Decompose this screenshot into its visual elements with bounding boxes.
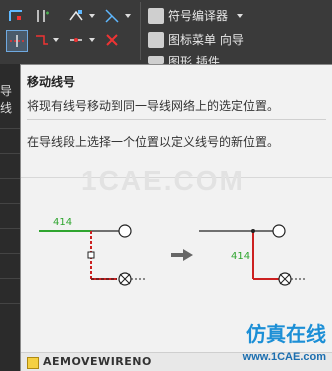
delete-wire-tool-icon[interactable] xyxy=(104,32,120,48)
wire-type-tool-icon[interactable] xyxy=(68,8,84,24)
tooltip-detail: 在导线段上选择一个位置以定义线号的新位置。 xyxy=(27,135,280,149)
wire-label-after: 414 xyxy=(231,251,250,262)
insert-wire-tool-icon[interactable] xyxy=(8,8,24,24)
watermark: 1CAE.COM xyxy=(81,165,245,196)
chevron-down-icon[interactable] xyxy=(52,36,60,44)
wire-gap-tool-icon[interactable] xyxy=(68,32,84,48)
chevron-down-icon[interactable] xyxy=(88,12,96,20)
chevron-down-icon[interactable] xyxy=(236,12,244,20)
symbol-builder-button[interactable]: 符号编译器 xyxy=(168,9,228,23)
icon-menu-wizard-button[interactable]: 图标菜单 向导 xyxy=(168,33,244,47)
ribbon-toolbar: 符号编译器 图标菜单 向导 图形 插件 xyxy=(0,0,332,64)
wire-label-before: 414 xyxy=(53,217,72,228)
wire-edit-tool-icon[interactable] xyxy=(104,8,120,24)
wire-numbers-tool-icon[interactable] xyxy=(34,8,50,24)
tooltip-description: 将现有线号移动到同一导线网络上的选定位置。 xyxy=(27,99,280,113)
brand-logo: 仿真在线 xyxy=(246,322,326,346)
graphic-plugin-button[interactable]: 图形 插件 xyxy=(168,55,220,64)
symbol-builder-icon[interactable] xyxy=(148,8,164,24)
graphic-plugin-icon[interactable] xyxy=(148,56,164,64)
chevron-down-icon[interactable] xyxy=(124,12,132,20)
command-name: AEMOVEWIRENO xyxy=(43,355,152,368)
tooltip-divider xyxy=(27,119,326,120)
icon-menu-wizard-icon[interactable] xyxy=(148,32,164,48)
wire-reroute-tool-icon[interactable] xyxy=(34,32,50,48)
brand-url: www.1CAE.com xyxy=(242,351,326,363)
ribbon-separator xyxy=(140,2,141,60)
move-wire-number-tool-icon[interactable] xyxy=(6,30,28,52)
command-icon xyxy=(27,357,39,369)
chevron-down-icon[interactable] xyxy=(88,36,96,44)
tooltip-title: 移动线号 xyxy=(27,75,76,89)
left-panel-sliver: 导线 xyxy=(0,64,20,371)
